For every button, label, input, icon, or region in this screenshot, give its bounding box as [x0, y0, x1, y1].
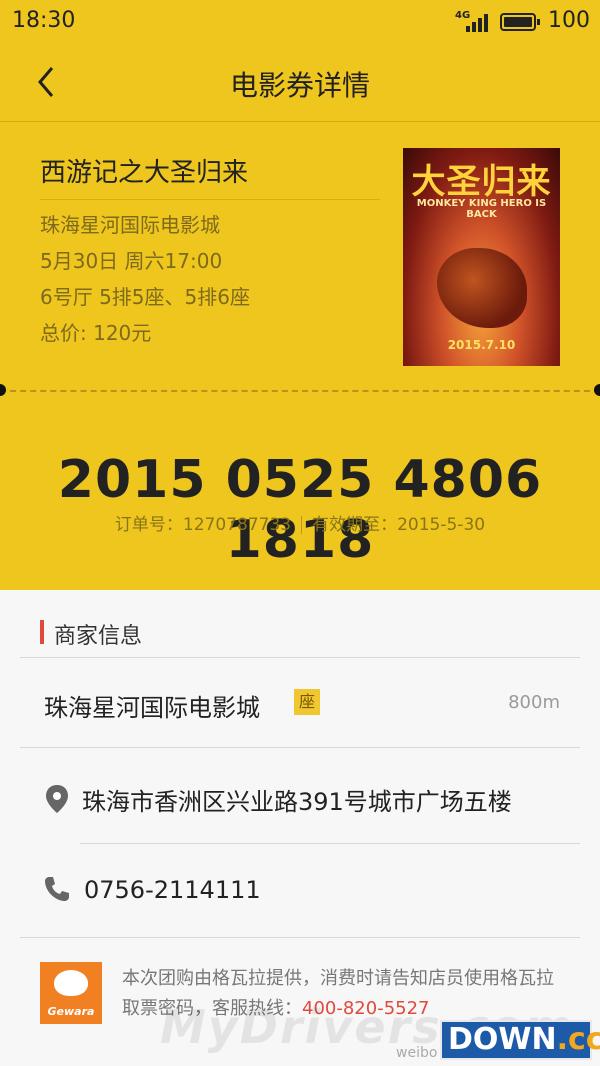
valid-until: 有效期至：2015-5-30 — [312, 515, 486, 535]
merchant-address: 珠海市香洲区兴业路391号城市广场五楼 — [82, 788, 512, 816]
perforation-notch-right — [594, 384, 600, 396]
gewara-brand: Gewara — [47, 1005, 95, 1018]
battery-percent: 100 — [548, 8, 590, 33]
ticket-zigzag-edge — [0, 578, 600, 590]
phone-icon — [45, 877, 69, 901]
nav-bar: 电影券详情 — [0, 44, 600, 122]
movie-title: 西游记之大圣归来 — [40, 152, 380, 200]
ticket-seats: 6号厅 5排5座、5排6座 — [40, 285, 250, 309]
poster-subtitle: MONKEY KING HERO IS BACK — [416, 198, 547, 220]
ticket-cinema: 珠海星河国际电影城 — [40, 213, 220, 237]
gewara-logo: Gewara — [40, 962, 102, 1024]
merchant-phone: 0756-2114111 — [84, 876, 261, 904]
poster-figure — [437, 248, 527, 328]
cinema-distance: 800m — [508, 692, 560, 713]
battery-cap — [537, 19, 540, 25]
ticket-info: 西游记之大圣归来 珠海星河国际电影城 5月30日 周六17:00 6号厅 5排5… — [40, 152, 380, 348]
merchant-section-header: 商家信息 — [20, 610, 580, 658]
logo-main: DOWN — [448, 1022, 557, 1057]
ticket-showtime: 5月30日 周六17:00 — [40, 249, 223, 273]
section-title: 商家信息 — [54, 624, 143, 649]
battery-icon — [500, 13, 536, 31]
section-accent-bar — [40, 620, 44, 644]
page-title: 电影券详情 — [229, 69, 370, 102]
cinema-name: 珠海星河国际电影城 — [44, 694, 260, 722]
voucher-meta: 订单号：1270787733 有效期至：2015-5-30 — [0, 510, 600, 535]
address-row[interactable]: 珠海市香洲区兴业路391号城市广场五楼 — [20, 750, 580, 844]
perforation-line — [0, 390, 600, 392]
address-divider — [80, 843, 580, 844]
logo-suffix: .cc — [556, 1022, 600, 1057]
location-pin-icon — [46, 785, 68, 813]
signal-icon — [462, 12, 490, 32]
poster-title: 大圣归来 — [411, 162, 552, 202]
gewara-mascot-icon — [54, 970, 88, 996]
cinema-row[interactable]: 珠海星河国际电影城 座 800m — [20, 660, 580, 748]
down-cc-logo: DOWN.cc — [440, 1020, 600, 1060]
ticket-total: 总价: 120元 — [40, 321, 152, 345]
poster-date: 2015.7.10 — [447, 338, 516, 352]
status-bar: 18:30 4G 100 — [0, 0, 600, 44]
movie-poster: 大圣归来 MONKEY KING HERO IS BACK 2015.7.10 — [403, 148, 560, 366]
watermark-source: weibo — [396, 1045, 438, 1061]
meta-divider — [301, 516, 303, 534]
order-number: 订单号：1270787733 — [114, 515, 292, 535]
seat-badge: 座 — [294, 689, 320, 715]
phone-row[interactable]: 0756-2114111 — [20, 846, 580, 938]
status-time: 18:30 — [12, 8, 76, 33]
